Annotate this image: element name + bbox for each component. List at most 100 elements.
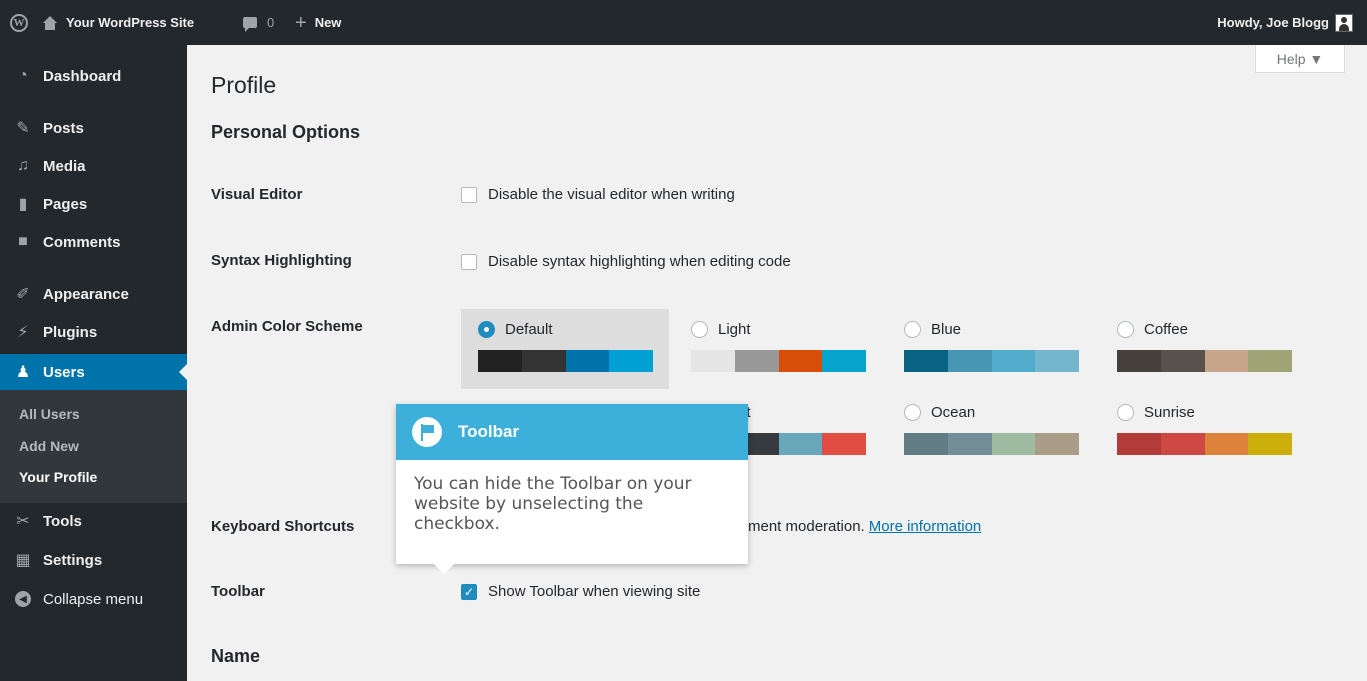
color-swatches <box>904 433 1079 455</box>
sidebar-item-label: Settings <box>43 551 103 569</box>
sidebar-item-label: Comments <box>43 233 121 251</box>
swatch <box>1035 433 1079 455</box>
help-tab-button[interactable]: Help ▼ <box>1255 45 1345 73</box>
collapse-icon: ◀ <box>13 589 33 609</box>
sidebar-item-label: Appearance <box>43 285 129 303</box>
admin-toolbar: W Your WordPress Site 0 + New Howdy, Joe… <box>0 0 1367 45</box>
brush-icon: ✐ <box>16 286 30 303</box>
swatch <box>691 350 735 372</box>
flag-icon <box>412 417 442 447</box>
sidebar-item-plugins[interactable]: ⚡ Plugins <box>0 314 187 350</box>
color-scheme-name: Default <box>505 321 553 338</box>
comments-link[interactable]: 0 <box>243 0 274 45</box>
swatch <box>778 433 823 455</box>
site-name-link[interactable]: Your WordPress Site <box>42 0 194 45</box>
more-information-link[interactable]: More information <box>869 518 982 535</box>
color-swatches <box>1117 433 1292 455</box>
color-scheme-sunrise[interactable]: Sunrise <box>1100 392 1308 472</box>
submenu-add-new[interactable]: Add New <box>19 438 79 454</box>
color-scheme-radio[interactable] <box>904 321 921 338</box>
howdy-text: Howdy, Joe Blogg <box>1217 15 1329 30</box>
color-scheme-radio[interactable] <box>478 321 495 338</box>
color-scheme-ocean[interactable]: Ocean <box>887 392 1095 472</box>
syntax-highlighting-option: Disable syntax highlighting when editing… <box>461 253 791 270</box>
sidebar-item-label: Users <box>43 363 85 381</box>
toolbar-option: ✓ Show Toolbar when viewing site <box>461 583 700 600</box>
users-submenu: All Users Add New Your Profile <box>0 390 187 503</box>
swatch <box>478 350 522 372</box>
color-scheme-name: Ocean <box>931 404 976 421</box>
swatch <box>904 433 948 455</box>
swatch <box>822 433 866 455</box>
sidebar-item-settings[interactable]: ▦ Settings <box>0 542 187 578</box>
sidebar-item-comments[interactable]: ■ Comments <box>0 224 187 260</box>
media-icon: ♫ <box>17 157 29 174</box>
site-name-label: Your WordPress Site <box>66 15 195 30</box>
color-scheme-name: Coffee <box>1144 321 1188 338</box>
swatch <box>947 433 992 455</box>
personal-options-heading: Personal Options <box>211 122 361 142</box>
plus-icon: + <box>295 11 307 34</box>
color-scheme-name: Sunrise <box>1144 404 1195 421</box>
keyboard-shortcuts-option: ment moderation. More information <box>748 518 981 535</box>
color-scheme-radio[interactable] <box>1117 404 1134 421</box>
swatch <box>521 350 566 372</box>
keyboard-shortcuts-text: ment moderation. <box>748 518 865 535</box>
swatch <box>1117 433 1161 455</box>
wordpress-icon: W <box>10 13 28 32</box>
new-content-button[interactable]: + New <box>295 0 341 45</box>
swatch <box>904 350 948 372</box>
sidebar-item-pages[interactable]: ▮ Pages <box>0 186 187 222</box>
sidebar-item-media[interactable]: ♫ Media <box>0 148 187 184</box>
color-scheme-radio[interactable] <box>1117 321 1134 338</box>
color-scheme-default[interactable]: Default <box>461 309 669 389</box>
color-scheme-blue[interactable]: Blue <box>887 309 1095 389</box>
tooltip-body: You can hide the Toolbar on your website… <box>414 474 692 534</box>
swatch <box>778 350 823 372</box>
sidebar-item-users[interactable]: ♟ Users <box>0 354 187 390</box>
visual-editor-label: Visual Editor <box>211 186 303 203</box>
sidebar-item-appearance[interactable]: ✐ Appearance <box>0 276 187 312</box>
submenu-your-profile[interactable]: Your Profile <box>19 469 97 485</box>
sidebar-item-tools[interactable]: ✂ Tools <box>0 503 187 539</box>
swatch <box>1035 350 1079 372</box>
swatch <box>947 350 992 372</box>
visual-editor-text: Disable the visual editor when writing <box>488 186 735 203</box>
show-toolbar-checkbox[interactable]: ✓ <box>461 583 477 600</box>
syntax-highlighting-text: Disable syntax highlighting when editing… <box>488 253 791 270</box>
syntax-highlighting-checkbox[interactable] <box>461 253 477 270</box>
color-scheme-radio[interactable] <box>691 321 708 338</box>
color-scheme-light[interactable]: Light <box>674 309 882 389</box>
visual-editor-option: Disable the visual editor when writing <box>461 186 735 203</box>
toolbar-label: Toolbar <box>211 583 265 600</box>
sidebar-item-label: Plugins <box>43 323 98 341</box>
comment-bubble-icon <box>243 17 257 32</box>
sidebar-item-dashboard[interactable]: ◔ Dashboard <box>0 58 187 94</box>
home-icon <box>42 15 58 30</box>
swatch <box>1117 350 1161 372</box>
wrench-icon: ✂ <box>16 513 30 530</box>
comment-icon: ■ <box>18 233 28 250</box>
tooltip-title: Toolbar <box>458 422 520 441</box>
color-scheme-radio[interactable] <box>904 404 921 421</box>
current-arrow <box>179 364 187 380</box>
collapse-menu-button[interactable]: ◀ Collapse menu <box>0 581 187 617</box>
swatch <box>991 350 1036 372</box>
pin-icon: ✎ <box>16 120 30 137</box>
submenu-all-users[interactable]: All Users <box>19 406 80 422</box>
swatch <box>1160 433 1205 455</box>
tooltip-header: Toolbar <box>396 404 748 460</box>
page-title: Profile <box>211 72 277 98</box>
account-menu[interactable]: Howdy, Joe Blogg <box>1217 0 1353 45</box>
toolbar-tooltip: Toolbar You can hide the Toolbar on your… <box>396 404 748 574</box>
dashboard-icon: ◔ <box>18 67 28 84</box>
new-label: New <box>314 15 342 30</box>
users-icon: ♟ <box>15 364 31 381</box>
pages-icon: ▮ <box>18 196 28 213</box>
wordpress-logo-button[interactable]: W <box>10 0 32 45</box>
swatch <box>1248 433 1292 455</box>
color-scheme-coffee[interactable]: Coffee <box>1100 309 1308 389</box>
visual-editor-checkbox[interactable] <box>461 186 477 203</box>
sidebar-item-posts[interactable]: ✎ Posts <box>0 110 187 146</box>
color-scheme-name: Blue <box>931 321 962 338</box>
